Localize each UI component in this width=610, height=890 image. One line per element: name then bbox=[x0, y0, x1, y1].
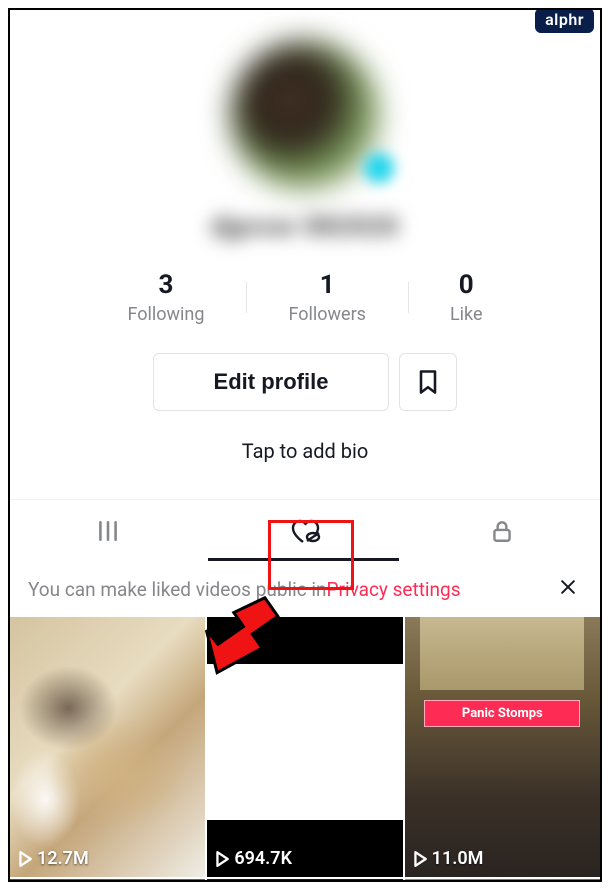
privacy-banner: You can make liked videos public in Priv… bbox=[10, 561, 600, 617]
profile-header: djprow 082020 3 Following 1 Followers 0 … bbox=[10, 10, 600, 463]
bookmark-button[interactable] bbox=[399, 353, 457, 411]
bio-placeholder[interactable]: Tap to add bio bbox=[242, 439, 369, 463]
video-thumbnail[interactable]: 694.7K bbox=[207, 617, 402, 877]
bookmark-icon bbox=[414, 368, 442, 396]
lock-icon bbox=[489, 517, 515, 545]
following-count: 3 bbox=[158, 270, 173, 300]
view-count: 694.7K bbox=[215, 848, 292, 869]
video-overlay-label: Panic Stomps bbox=[424, 700, 580, 727]
video-thumbnail[interactable]: Panic Stomps 11.0M bbox=[405, 617, 600, 877]
privacy-banner-text: You can make liked videos public in bbox=[28, 578, 327, 601]
tab-videos[interactable] bbox=[10, 500, 207, 561]
watermark-badge: alphr bbox=[535, 8, 594, 33]
stats-row: 3 Following 1 Followers 0 Like bbox=[10, 270, 600, 325]
avatar[interactable] bbox=[230, 40, 380, 190]
view-count-value: 694.7K bbox=[234, 848, 292, 869]
username: djprow 082020 bbox=[211, 212, 399, 242]
heart-hidden-icon bbox=[287, 515, 323, 547]
stat-following[interactable]: 3 Following bbox=[85, 270, 246, 325]
view-count-value: 12.7M bbox=[37, 848, 89, 869]
active-tab-indicator bbox=[208, 558, 400, 561]
online-badge bbox=[364, 153, 394, 183]
view-count: 12.7M bbox=[18, 848, 89, 869]
video-thumbnail[interactable] bbox=[207, 879, 402, 882]
followers-count: 1 bbox=[320, 270, 335, 300]
privacy-settings-link[interactable]: Privacy settings bbox=[327, 578, 461, 601]
likes-count: 0 bbox=[459, 270, 474, 300]
tab-private[interactable] bbox=[403, 500, 600, 561]
play-icon bbox=[18, 851, 32, 867]
video-thumbnail[interactable] bbox=[10, 879, 205, 882]
view-count: 11.0M bbox=[413, 848, 484, 869]
liked-videos-grid: 12.7M 694.7K Panic Stomps 11.0M bbox=[10, 617, 600, 882]
video-thumbnail[interactable] bbox=[405, 879, 600, 882]
play-icon bbox=[215, 851, 229, 867]
following-label: Following bbox=[127, 304, 204, 325]
grid-icon bbox=[94, 518, 122, 544]
view-count-value: 11.0M bbox=[432, 848, 484, 869]
tab-liked[interactable] bbox=[207, 500, 404, 561]
content-tabs bbox=[10, 499, 600, 561]
video-thumbnail[interactable]: 12.7M bbox=[10, 617, 205, 877]
banner-close-button[interactable] bbox=[554, 575, 582, 603]
close-icon bbox=[558, 577, 578, 597]
stat-likes[interactable]: 0 Like bbox=[408, 270, 525, 325]
play-icon bbox=[413, 851, 427, 867]
profile-actions: Edit profile bbox=[153, 353, 458, 411]
followers-label: Followers bbox=[288, 304, 366, 325]
stat-followers[interactable]: 1 Followers bbox=[246, 270, 408, 325]
edit-profile-button[interactable]: Edit profile bbox=[153, 353, 390, 411]
likes-label: Like bbox=[450, 304, 483, 325]
